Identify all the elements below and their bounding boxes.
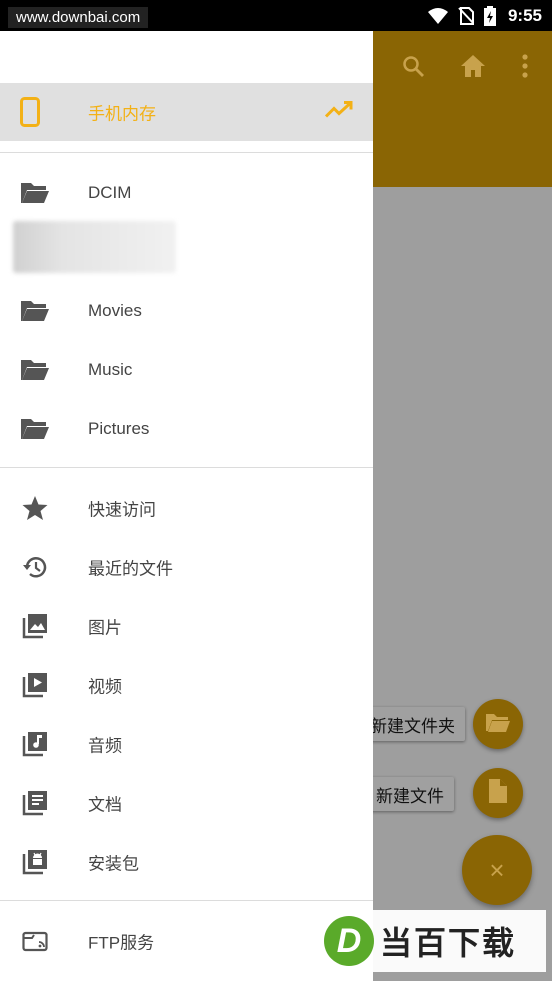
drawer-item-label: 快速访问 [88,500,156,520]
no-sim-icon [458,6,474,25]
star-icon [20,493,50,523]
divider [0,900,373,901]
watermark-url: www.downbai.com [8,7,149,28]
new-file-button[interactable] [473,768,523,818]
phone-icon [20,97,40,132]
trending-icon[interactable] [324,101,353,124]
status-clock: 9:55 [507,5,542,25]
battery-charging-icon [483,5,496,26]
folder-icon [20,355,50,385]
close-icon: × [489,854,505,885]
drawer-item-folder-dcim[interactable]: DCIM [0,164,373,222]
ftp-icon [20,926,50,956]
folder-icon [20,296,50,326]
watermark-logo: D 当百下载 [318,910,546,972]
folder-icon [20,178,50,208]
divider [0,152,373,153]
watermark-text: 当百下载 [380,925,517,961]
audio-icon [20,729,50,759]
drawer-item-folder-music[interactable]: Music [0,341,373,399]
drawer-item-label: FTP服务 [88,933,155,953]
drawer-item-quick-access[interactable]: 快速访问 [0,479,373,537]
divider [0,467,373,468]
drawer-item-label: 图片 [88,618,122,638]
image-icon [20,611,50,641]
status-icons: 9:55 [427,0,542,31]
drawer-item-label: 最近的文件 [88,559,173,579]
more-vert-icon[interactable] [510,51,540,81]
wifi-icon [427,7,448,24]
close-fab-button[interactable]: × [462,835,532,905]
new-folder-label[interactable]: 新建文件夹 [360,707,465,741]
blurred-redacted-item [13,221,176,273]
drawer-item-audio[interactable]: 音频 [0,715,373,773]
android-icon [20,847,50,877]
file-icon [488,778,508,809]
drawer-item-label: 安装包 [88,854,139,874]
drawer-item-recent-files[interactable]: 最近的文件 [0,538,373,596]
navigation-drawer: 手机内存 DCIM Movies Music Pictures 快速访问 最近的… [0,31,373,981]
drawer-item-label: Pictures [88,419,150,438]
drawer-item-documents[interactable]: 文档 [0,774,373,832]
video-icon [20,670,50,700]
drawer-item-label: 视频 [88,677,122,697]
drawer-item-label: Movies [88,301,142,320]
drawer-item-label: Music [88,360,133,379]
history-icon [20,552,50,582]
drawer-item-apks[interactable]: 安装包 [0,833,373,891]
drawer-item-label: 手机内存 [88,104,156,124]
document-icon [20,788,50,818]
watermark-logo-badge: D [324,916,374,966]
drawer-item-folder-pictures[interactable]: Pictures [0,400,373,458]
home-icon[interactable] [458,51,488,81]
search-icon[interactable] [398,51,428,81]
drawer-item-videos[interactable]: 视频 [0,656,373,714]
new-folder-button[interactable] [473,699,523,749]
drawer-item-images[interactable]: 图片 [0,597,373,655]
folder-icon [20,414,50,444]
drawer-item-label: 文档 [88,795,122,815]
folder-open-icon [485,711,511,738]
drawer-item-label: 音频 [88,736,122,756]
drawer-item-phone-storage[interactable]: 手机内存 [0,83,373,141]
drawer-item-folder-movies[interactable]: Movies [0,282,373,340]
new-file-label[interactable]: 新建文件 [366,777,454,811]
drawer-item-label: DCIM [88,183,132,202]
